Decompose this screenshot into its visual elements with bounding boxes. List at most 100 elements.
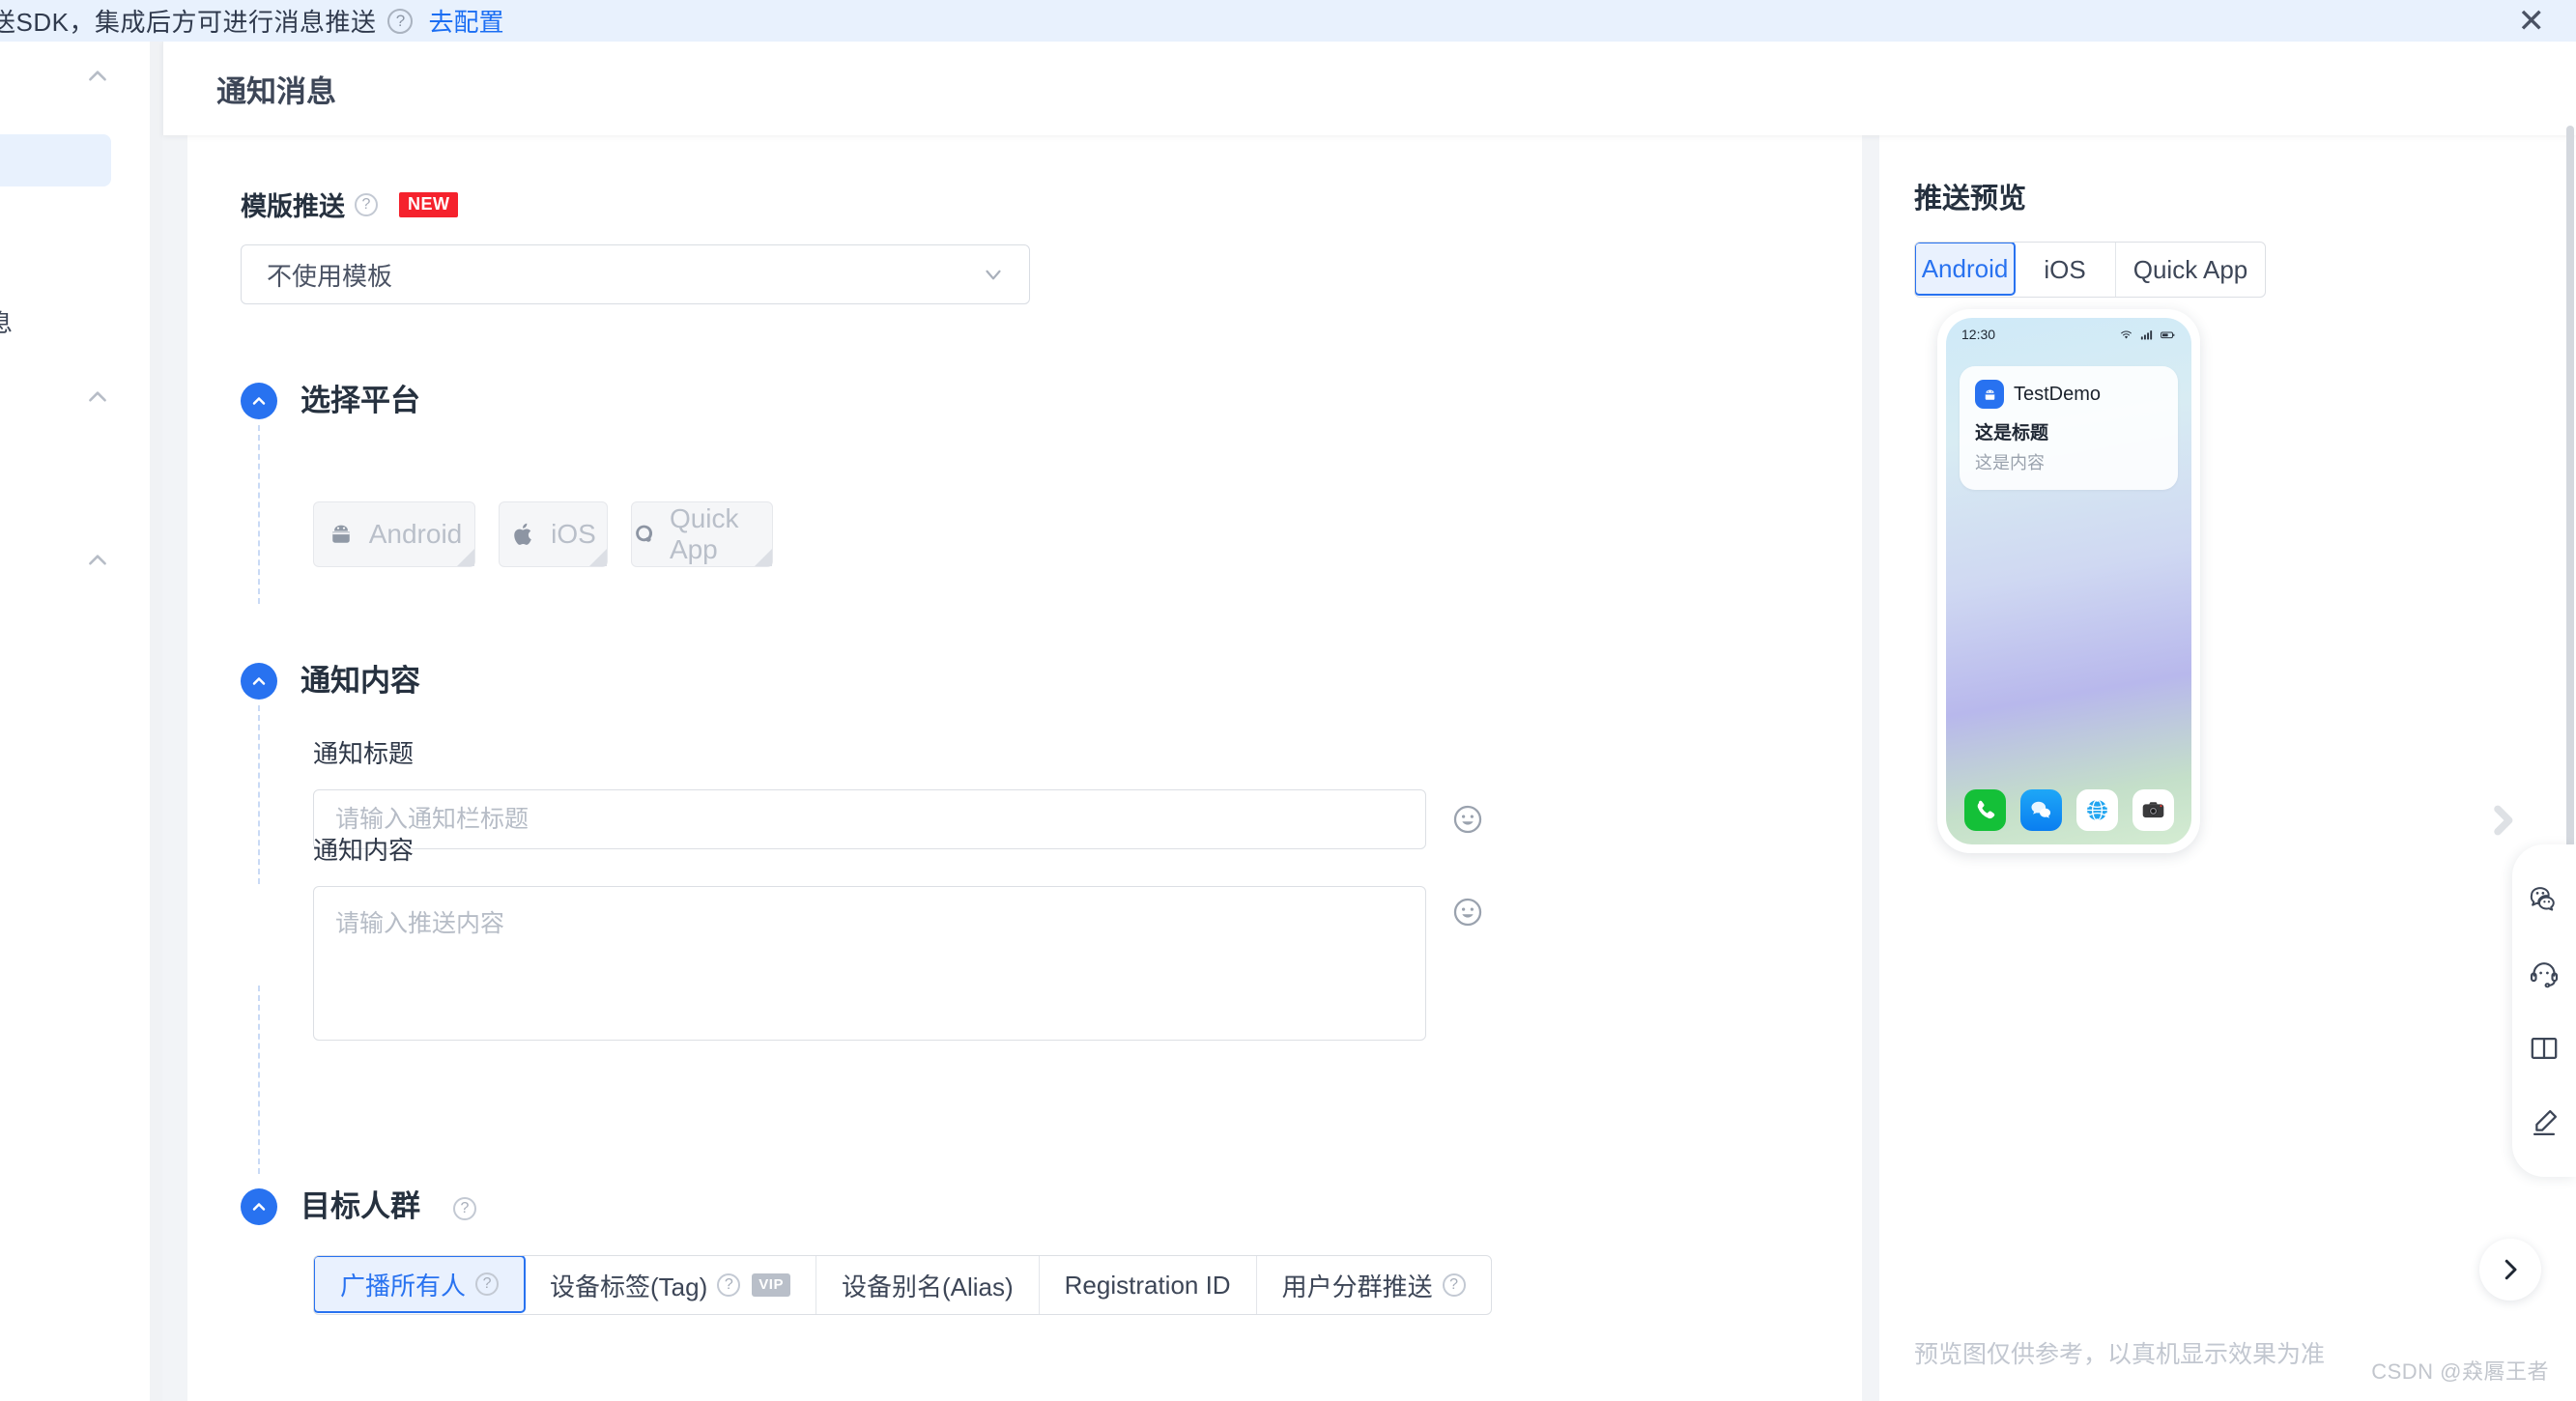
audience-tab-group: 广播所有人 ? 设备标签(Tag) ? VIP 设备别名(Alias) Regi… (313, 1255, 1492, 1315)
notify-content-collapse-toggle[interactable] (241, 663, 277, 700)
question-circle-icon[interactable]: ? (1443, 1273, 1466, 1297)
step-connector-2 (258, 705, 260, 884)
notify-content-section-title: 通知内容 (301, 663, 420, 700)
page-header: 通知消息 (162, 42, 2576, 135)
battery-icon (2160, 328, 2176, 342)
audience-tab-label: 广播所有人 (340, 1267, 466, 1302)
question-circle-icon[interactable]: ? (475, 1272, 499, 1296)
question-circle-icon[interactable]: ? (355, 193, 378, 216)
card-corner-marker (589, 549, 607, 566)
platform-name: iOS (551, 519, 596, 550)
new-badge: NEW (399, 192, 458, 217)
audience-tab-tag[interactable]: 设备标签(Tag) ? VIP (525, 1256, 816, 1314)
content-gutter (162, 135, 187, 1401)
page-scrollbar[interactable] (2568, 0, 2576, 1401)
left-sidebar-rail: 息 (0, 42, 150, 1401)
question-circle-icon[interactable]: ? (717, 1273, 740, 1297)
headset-icon[interactable] (2526, 956, 2562, 992)
wifi-icon (2119, 328, 2133, 342)
preview-tab-android[interactable]: Android (1914, 242, 2016, 296)
card-corner-marker (755, 549, 772, 566)
audience-tab-broadcast[interactable]: 广播所有人 ? (313, 1255, 526, 1313)
book-icon[interactable] (2526, 1030, 2562, 1067)
question-circle-icon[interactable]: ? (453, 1197, 476, 1220)
notification-header: TestDemo (1975, 380, 2162, 409)
audience-collapse-toggle[interactable] (241, 1188, 277, 1225)
notify-body-textarea[interactable] (313, 886, 1426, 1041)
wechat-icon[interactable] (2526, 881, 2562, 918)
audience-section-title: 目标人群 (301, 1188, 420, 1225)
watermark: CSDN @猋厬王者 (2371, 1355, 2549, 1386)
notify-body-label: 通知内容 (313, 831, 1484, 867)
phone-mockup: 12:30 (1937, 309, 2200, 853)
phone-icon (1964, 789, 2006, 831)
preview-tab-quickapp[interactable]: Quick App (2116, 243, 2265, 297)
chevron-right-icon[interactable] (2483, 798, 2522, 843)
platform-card-ios[interactable]: iOS (499, 501, 608, 567)
phone-dock (1946, 789, 2191, 831)
quickapp-icon (632, 520, 656, 549)
notification-title: 这是标题 (1975, 418, 2162, 444)
notify-content-section-header: 通知内容 (241, 663, 1497, 701)
audience-tab-registration-id[interactable]: Registration ID (1040, 1256, 1257, 1314)
audience-tab-label: 用户分群推送 (1282, 1268, 1433, 1303)
page-title: 通知消息 (216, 67, 336, 110)
go-configure-link[interactable]: 去配置 (428, 3, 503, 39)
messages-icon (2020, 789, 2062, 831)
audience-tab-label: 设备别名(Alias) (842, 1268, 1014, 1303)
audience-tab-label: Registration ID (1065, 1271, 1231, 1301)
notify-title-label: 通知标题 (313, 734, 1484, 770)
vip-badge: VIP (752, 1273, 790, 1297)
platform-name: Android (369, 519, 463, 550)
floating-toolbar (2512, 844, 2576, 1177)
template-select[interactable]: 不使用模板 (241, 244, 1030, 304)
browser-icon (2076, 789, 2118, 831)
template-push-header: 模版推送 ? NEW (241, 186, 1030, 223)
notification-preview-card: TestDemo 这是标题 这是内容 (1960, 366, 2178, 490)
platform-card-list: Android iOS Quick App (313, 501, 773, 567)
sidebar-group-chevron-3[interactable] (85, 548, 110, 573)
content-area: 模版推送 ? NEW 不使用模板 选择平台 (162, 135, 2576, 1401)
template-push-section: 模版推送 ? NEW 不使用模板 (241, 186, 1030, 304)
platform-section-title: 选择平台 (301, 383, 420, 419)
audience-tab-user-segment[interactable]: 用户分群推送 ? (1257, 1256, 1491, 1314)
platform-card-android[interactable]: Android (313, 501, 475, 567)
step-connector-3 (258, 986, 260, 1174)
chevron-right-icon (2496, 1255, 2525, 1284)
status-time: 12:30 (1961, 327, 1995, 342)
sidebar-group-chevron-1[interactable] (85, 64, 110, 89)
audience-section-header: 目标人群 ? (241, 1188, 1497, 1227)
close-icon[interactable]: ✕ (2518, 5, 2546, 38)
banner-text: 送SDK，集成后方可进行消息推送 (0, 3, 376, 39)
notification-app-name: TestDemo (2014, 384, 2101, 406)
step-connector-1 (258, 425, 260, 604)
preview-tab-group: Android iOS Quick App (1914, 242, 2266, 298)
smiley-icon[interactable] (1451, 896, 1484, 929)
android-icon (327, 520, 356, 549)
camera-icon (2132, 789, 2174, 831)
sdk-notice-banner: 送SDK，集成后方可进行消息推送 ? 去配置 ✕ (0, 0, 2576, 42)
template-select-value: 不使用模板 (267, 257, 392, 293)
signal-icon (2139, 328, 2154, 342)
platform-card-quickapp[interactable]: Quick App (631, 501, 773, 567)
next-step-button[interactable] (2479, 1239, 2541, 1301)
preview-title: 推送预览 (1914, 176, 2026, 216)
sidebar-group-chevron-2[interactable] (85, 385, 110, 410)
notification-body: 这是内容 (1975, 449, 2162, 474)
phone-screen: 12:30 (1946, 318, 2191, 844)
sidebar-item-active[interactable] (0, 134, 111, 186)
card-corner-marker (457, 549, 474, 566)
status-icon-group (2119, 328, 2176, 342)
pen-icon[interactable] (2526, 1104, 2562, 1141)
question-circle-icon[interactable]: ? (387, 9, 413, 34)
template-push-label: 模版推送 (241, 186, 345, 223)
notify-body-field-group: 通知内容 (313, 831, 1484, 1041)
push-form-card: 模版推送 ? NEW 不使用模板 选择平台 (187, 135, 1862, 1401)
platform-section-header: 选择平台 (241, 383, 1497, 421)
chevron-down-icon (981, 262, 1006, 287)
android-robot-icon (1975, 380, 2004, 409)
platform-collapse-toggle[interactable] (241, 383, 277, 419)
audience-tab-alias[interactable]: 设备别名(Alias) (816, 1256, 1040, 1314)
phone-status-bar: 12:30 (1946, 318, 2191, 351)
preview-tab-ios[interactable]: iOS (2015, 243, 2116, 297)
